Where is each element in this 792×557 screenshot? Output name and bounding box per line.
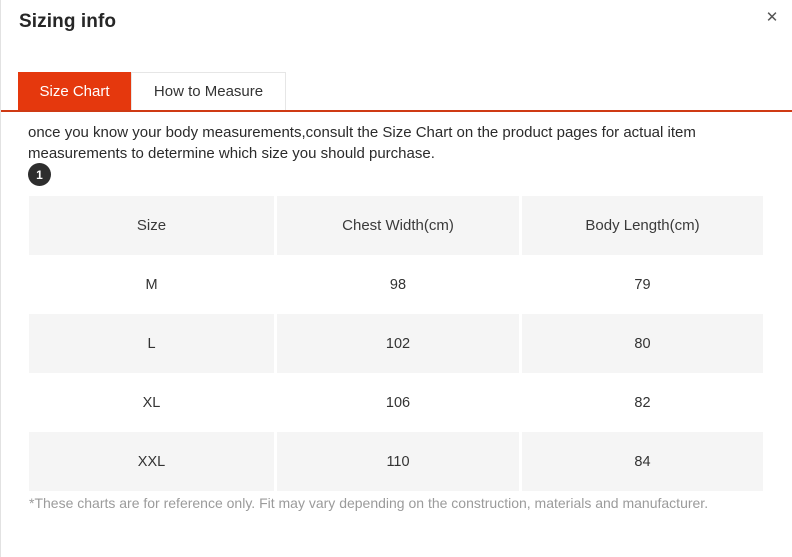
- table-cell: 79: [522, 255, 763, 314]
- table-column-header: Body Length(cm): [522, 196, 763, 255]
- table-cell: 84: [522, 432, 763, 491]
- table-cell: XXL: [29, 432, 274, 491]
- table-cell: 82: [522, 373, 763, 432]
- tab-size-chart[interactable]: Size Chart: [18, 72, 131, 110]
- table-column-header: Chest Width(cm): [277, 196, 519, 255]
- tab-underline: [1, 110, 792, 112]
- table-header-row: Size Chest Width(cm) Body Length(cm): [29, 196, 763, 255]
- table-cell: 110: [277, 432, 519, 491]
- table-cell: 98: [277, 255, 519, 314]
- tab-bar: Size Chart How to Measure: [1, 72, 792, 113]
- step-badge: 1: [28, 163, 51, 186]
- tab-how-to-measure[interactable]: How to Measure: [131, 72, 286, 110]
- table-row: M 98 79: [29, 255, 763, 314]
- table-cell: XL: [29, 373, 274, 432]
- table-cell: L: [29, 314, 274, 373]
- table-row: L 102 80: [29, 314, 763, 373]
- close-icon[interactable]: ✕: [760, 5, 784, 29]
- table-column-header: Size: [29, 196, 274, 255]
- table-row: XXL 110 84: [29, 432, 763, 491]
- table-cell: M: [29, 255, 274, 314]
- table-cell: 102: [277, 314, 519, 373]
- page-title: Sizing info: [19, 11, 117, 32]
- intro-paragraph: once you know your body measurements,con…: [28, 124, 696, 162]
- table-row: XL 106 82: [29, 373, 763, 432]
- table-cell: 106: [277, 373, 519, 432]
- size-chart-table: Size Chest Width(cm) Body Length(cm) M 98 79 L…: [29, 196, 763, 491]
- table-footnote: *These charts are for reference only. Fi…: [29, 495, 709, 511]
- sizing-info-modal: Sizing info ✕ Size Chart How to Measure …: [0, 0, 792, 557]
- table-cell: 80: [522, 314, 763, 373]
